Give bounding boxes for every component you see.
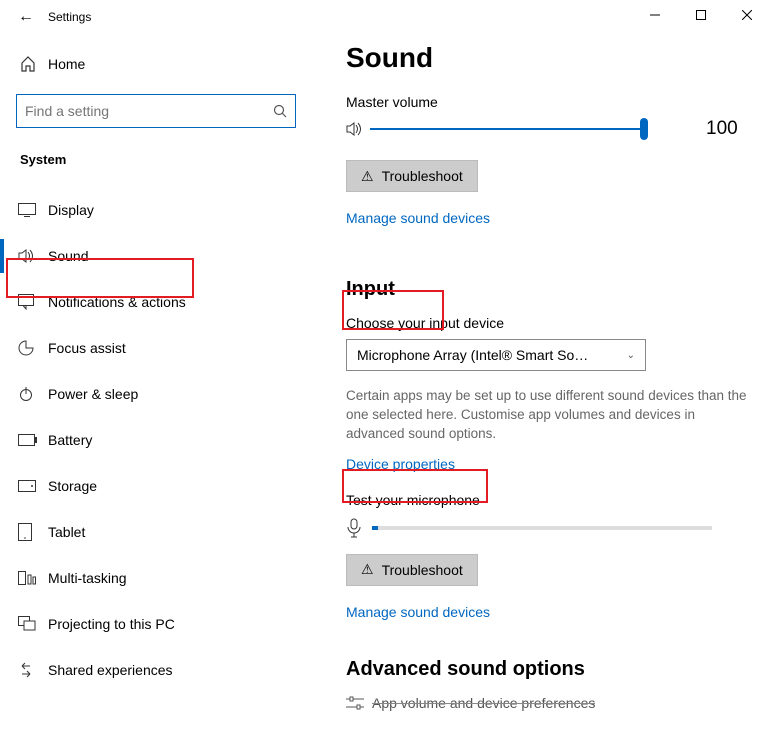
sidebar-item-notifications[interactable]: Notifications & actions: [0, 279, 320, 325]
display-icon: [18, 203, 48, 217]
sidebar-item-multitasking[interactable]: Multi-tasking: [0, 555, 320, 601]
volume-value: 100: [706, 118, 738, 140]
sidebar: Home System Display Sound Notifications …: [0, 34, 320, 737]
sidebar-item-display[interactable]: Display: [0, 187, 320, 233]
input-device-selected: Microphone Array (Intel® Smart So…: [357, 347, 588, 363]
input-heading: Input: [346, 278, 760, 301]
microphone-icon: [346, 518, 362, 538]
sidebar-item-projecting[interactable]: Projecting to this PC: [0, 601, 320, 647]
tablet-icon: [18, 523, 48, 541]
projecting-icon: [18, 616, 48, 632]
sidebar-item-power[interactable]: Power & sleep: [0, 371, 320, 417]
device-properties-link[interactable]: Device properties: [346, 456, 455, 472]
warning-icon: ⚠: [361, 561, 374, 578]
sidebar-item-sound[interactable]: Sound: [0, 233, 320, 279]
main-content: Sound Master volume 100 ⚠ Troubleshoot M…: [320, 34, 770, 737]
close-button[interactable]: [724, 0, 770, 30]
sound-icon: [18, 248, 48, 264]
minimize-button[interactable]: [632, 0, 678, 30]
app-volume-item[interactable]: App volume and device preferences: [346, 695, 760, 711]
notifications-icon: [18, 294, 48, 310]
sidebar-item-shared[interactable]: Shared experiences: [0, 647, 320, 693]
battery-icon: [18, 434, 48, 446]
back-button[interactable]: ←: [18, 8, 34, 26]
troubleshoot-input-button[interactable]: ⚠ Troubleshoot: [346, 554, 478, 586]
mic-level-bar: [372, 526, 712, 530]
sidebar-item-tablet[interactable]: Tablet: [0, 509, 320, 555]
sidebar-item-focus-assist[interactable]: Focus assist: [0, 325, 320, 371]
sliders-icon: [346, 696, 372, 710]
sidebar-section: System: [0, 134, 320, 177]
multitasking-icon: [18, 571, 48, 585]
page-title: Sound: [346, 42, 760, 74]
warning-icon: ⚠: [361, 168, 374, 185]
troubleshoot-output-button[interactable]: ⚠ Troubleshoot: [346, 160, 478, 192]
power-icon: [18, 386, 48, 402]
master-volume-label: Master volume: [346, 94, 760, 110]
input-help-text: Certain apps may be set up to use differ…: [346, 387, 756, 444]
search-icon: [273, 104, 287, 118]
shared-icon: [18, 662, 48, 678]
manage-input-devices-link[interactable]: Manage sound devices: [346, 604, 490, 620]
home-button[interactable]: Home: [0, 44, 320, 84]
window-title: Settings: [48, 10, 91, 24]
storage-icon: [18, 480, 48, 492]
sidebar-item-battery[interactable]: Battery: [0, 417, 320, 463]
volume-slider[interactable]: [346, 120, 646, 138]
maximize-button[interactable]: [678, 0, 724, 30]
sidebar-item-storage[interactable]: Storage: [0, 463, 320, 509]
focus-icon: [18, 340, 48, 356]
speaker-icon: [346, 120, 364, 138]
home-label: Home: [48, 56, 85, 72]
manage-output-devices-link[interactable]: Manage sound devices: [346, 210, 490, 226]
input-device-dropdown[interactable]: Microphone Array (Intel® Smart So… ⌄: [346, 339, 646, 371]
home-icon: [20, 56, 48, 72]
choose-input-label: Choose your input device: [346, 315, 760, 331]
chevron-down-icon: ⌄: [627, 350, 635, 361]
test-mic-label: Test your microphone: [346, 492, 760, 508]
search-input[interactable]: [16, 94, 296, 128]
advanced-heading: Advanced sound options: [346, 658, 760, 681]
